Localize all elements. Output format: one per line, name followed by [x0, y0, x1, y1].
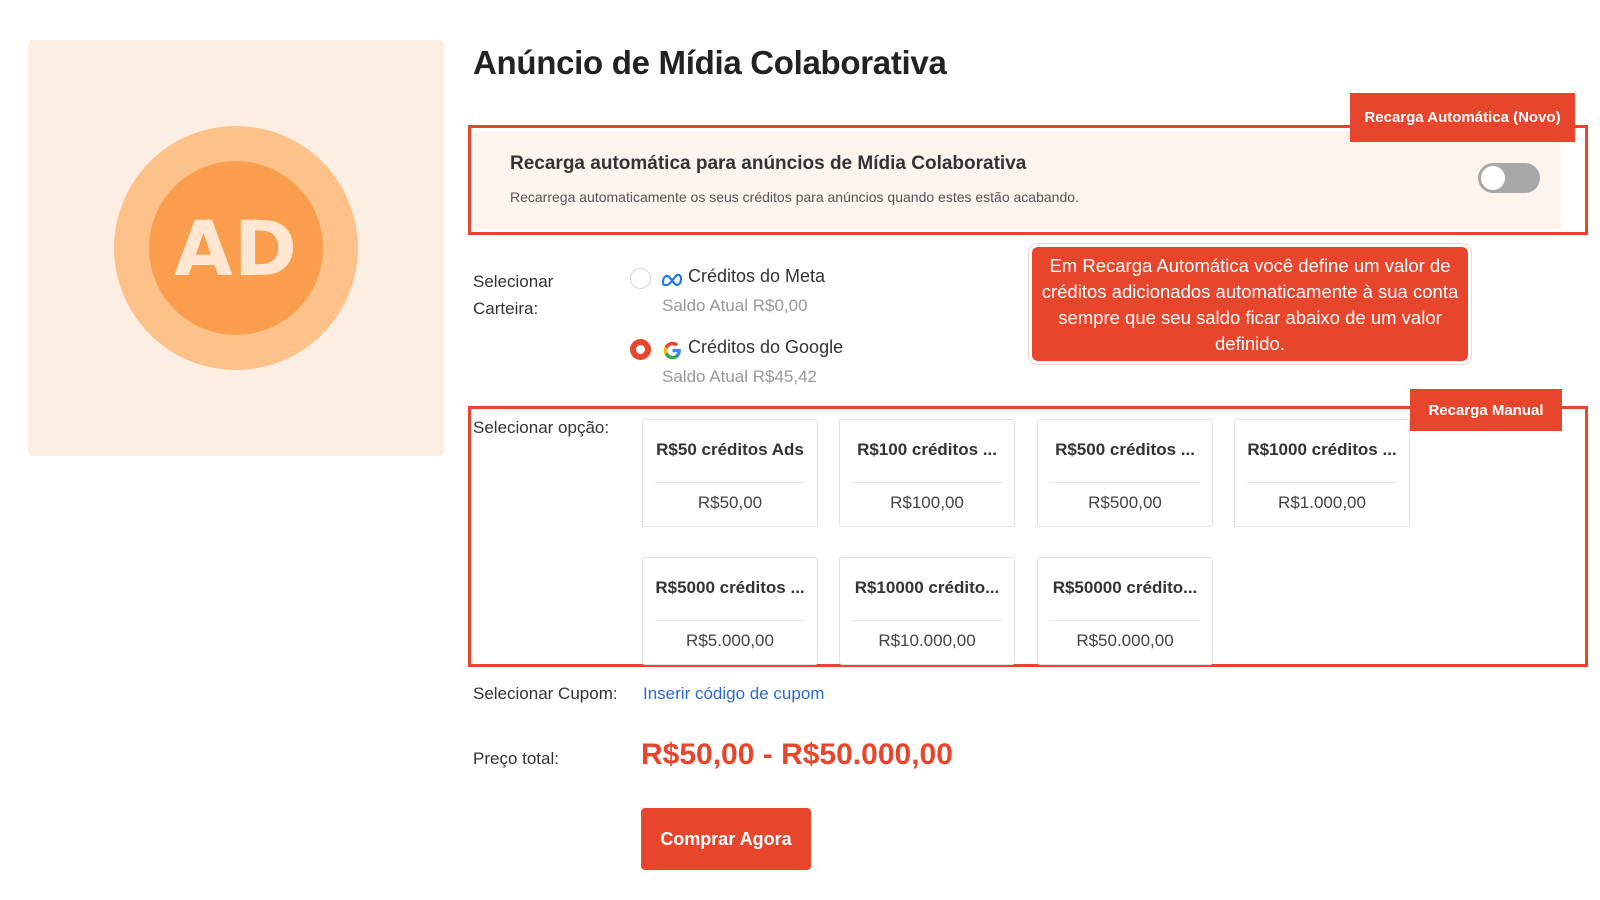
option-divider	[1050, 620, 1200, 621]
auto-recharge-panel: Recarga automática para anúncios de Mídi…	[474, 131, 1561, 229]
option-name: R$50000 crédito...	[1052, 578, 1198, 597]
manual-recharge-box	[468, 406, 1588, 667]
option-price: R$500,00	[1088, 493, 1162, 512]
price-label: Preço total:	[473, 749, 559, 768]
auto-recharge-description: Recarrega automaticamente os seus crédit…	[510, 189, 1079, 205]
option-card-1000[interactable]: R$1000 créditos ... R$1.000,00	[1234, 419, 1410, 527]
option-divider	[655, 482, 805, 483]
wallet-name-meta: Créditos do Meta	[688, 266, 826, 286]
meta-icon	[660, 267, 684, 291]
price-value: R$50,00 - R$50.000,00	[641, 738, 953, 771]
wallet-name-google: Créditos do Google	[688, 337, 844, 357]
page-title: Anúncio de Mídia Colaborativa	[473, 44, 947, 81]
auto-recharge-tag: Recarga Automática (Novo)	[1350, 93, 1575, 142]
option-name: R$1000 créditos ...	[1247, 440, 1397, 459]
option-name: R$100 créditos ...	[857, 440, 997, 459]
option-label: Selecionar opção:	[473, 418, 610, 437]
option-price: R$5.000,00	[686, 631, 774, 650]
option-divider	[852, 482, 1002, 483]
option-divider	[1247, 482, 1397, 483]
ad-badge-outer: AD	[114, 126, 358, 370]
google-icon	[660, 338, 684, 362]
option-name: R$50 créditos Ads	[656, 440, 804, 459]
option-name: R$500 créditos ...	[1055, 440, 1195, 459]
radio-google[interactable]	[630, 339, 651, 360]
coupon-link[interactable]: Inserir código de cupom	[643, 684, 824, 704]
manual-recharge-tag: Recarga Manual	[1410, 389, 1562, 431]
option-card-10000[interactable]: R$10000 crédito... R$10.000,00	[839, 557, 1015, 665]
option-name: R$5000 créditos ...	[655, 578, 805, 597]
wallet-label: Selecionar Carteira:	[473, 272, 554, 318]
option-divider	[655, 620, 805, 621]
buy-now-button[interactable]: Comprar Agora	[641, 808, 811, 870]
option-price: R$50.000,00	[1076, 631, 1174, 650]
option-card-50[interactable]: R$50 créditos Ads R$50,00	[642, 419, 818, 527]
option-price: R$1.000,00	[1278, 493, 1366, 512]
auto-recharge-toggle[interactable]	[1478, 163, 1540, 193]
ad-badge-inner: AD	[149, 161, 323, 335]
option-price: R$100,00	[890, 493, 964, 512]
option-divider	[1050, 482, 1200, 483]
option-card-50000[interactable]: R$50000 crédito... R$50.000,00	[1037, 557, 1213, 665]
option-card-5000[interactable]: R$5000 créditos ... R$5.000,00	[642, 557, 818, 665]
wallet-balance-google: Saldo Atual R$45,42	[662, 367, 818, 386]
auto-recharge-title: Recarga automática para anúncios de Mídi…	[510, 153, 1027, 174]
coupon-label: Selecionar Cupom:	[473, 684, 618, 703]
option-price: R$10.000,00	[878, 631, 976, 650]
toggle-knob	[1481, 166, 1505, 190]
wallet-balance-meta: Saldo Atual R$0,00	[662, 296, 808, 315]
radio-meta[interactable]	[630, 268, 651, 289]
option-price: R$50,00	[697, 493, 763, 512]
option-card-500[interactable]: R$500 créditos ... R$500,00	[1037, 419, 1213, 527]
option-card-100[interactable]: R$100 créditos ... R$100,00	[839, 419, 1015, 527]
option-divider	[852, 620, 1002, 621]
option-name: R$10000 crédito...	[854, 578, 1000, 597]
auto-recharge-callout: Em Recarga Automática você define um val…	[1032, 247, 1468, 361]
product-image: AD	[28, 40, 444, 456]
ad-badge-text: AD	[174, 203, 298, 293]
